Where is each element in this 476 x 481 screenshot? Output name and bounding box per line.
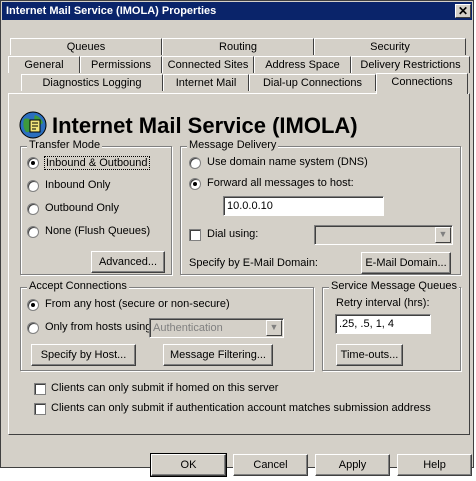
tab-connections[interactable]: Connections [376, 73, 468, 94]
radio-any-host-label[interactable]: From any host (secure or non-secure) [45, 298, 230, 310]
auth-checkbox[interactable] [34, 403, 46, 415]
globe-mail-icon [18, 110, 48, 140]
retry-interval-label: Retry interval (hrs): [336, 297, 430, 309]
tab-general[interactable]: General [8, 56, 80, 73]
accept-connections-group: Accept Connections From any host (secure… [20, 280, 314, 371]
tab-address-space[interactable]: Address Space [254, 56, 351, 73]
radio-outbound-only[interactable] [27, 203, 39, 215]
tab-internet-mail[interactable]: Internet Mail [163, 74, 249, 91]
apply-button[interactable]: Apply [315, 454, 390, 476]
only-hosts-select[interactable]: Authentication ▼ [149, 318, 284, 338]
radio-use-dns[interactable] [189, 157, 201, 169]
email-domain-button[interactable]: E-Mail Domain... [361, 252, 451, 274]
radio-inbound-only[interactable] [27, 180, 39, 192]
chevron-down-icon[interactable]: ▼ [435, 227, 451, 243]
retry-interval-input[interactable]: .25, .5, 1, 4 [335, 314, 431, 334]
radio-use-dns-label[interactable]: Use domain name system (DNS) [207, 156, 368, 168]
homed-checkbox-label[interactable]: Clients can only submit if homed on this… [51, 382, 278, 394]
specify-by-host-button[interactable]: Specify by Host... [31, 344, 136, 366]
connections-panel: Internet Mail Service (IMOLA) Transfer M… [8, 93, 470, 435]
radio-only-hosts-label[interactable]: Only from hosts using: [45, 321, 154, 333]
advanced-button[interactable]: Advanced... [91, 251, 165, 273]
tab-dial-up-connections[interactable]: Dial-up Connections [249, 74, 376, 91]
properties-dialog: Internet Mail Service (IMOLA) Properties… [0, 0, 474, 477]
help-button[interactable]: Help [397, 454, 472, 476]
message-delivery-label: Message Delivery [187, 139, 279, 151]
radio-any-host[interactable] [27, 299, 39, 311]
auth-checkbox-label[interactable]: Clients can only submit if authenticatio… [51, 402, 431, 414]
tab-connected-sites[interactable]: Connected Sites [162, 56, 254, 73]
service-queues-group: Service Message Queues Retry interval (h… [322, 280, 461, 371]
radio-inbound-outbound-label[interactable]: Inbound & Outbound [44, 156, 150, 170]
radio-forward-host[interactable] [189, 178, 201, 190]
transfer-mode-group: Transfer Mode Inbound & Outbound Inbound… [20, 139, 172, 275]
homed-checkbox[interactable] [34, 383, 46, 395]
message-filtering-button[interactable]: Message Filtering... [163, 344, 273, 366]
specify-email-domain-label: Specify by E-Mail Domain: [189, 257, 318, 269]
radio-inbound-outbound[interactable] [27, 157, 39, 169]
transfer-mode-label: Transfer Mode [27, 139, 103, 151]
accept-connections-label: Accept Connections [27, 280, 129, 292]
radio-none[interactable] [27, 226, 39, 238]
tab-diagnostics-logging[interactable]: Diagnostics Logging [21, 74, 163, 91]
service-queues-label: Service Message Queues [329, 280, 459, 292]
radio-inbound-only-label[interactable]: Inbound Only [45, 179, 110, 191]
radio-outbound-only-label[interactable]: Outbound Only [45, 202, 119, 214]
time-outs-button[interactable]: Time-outs... [336, 344, 403, 366]
tab-routing[interactable]: Routing [162, 38, 314, 55]
radio-forward-host-label[interactable]: Forward all messages to host: [207, 177, 354, 189]
dial-using-select[interactable]: ▼ [314, 225, 453, 245]
tab-security[interactable]: Security [314, 38, 466, 55]
tab-delivery-restrictions[interactable]: Delivery Restrictions [351, 56, 470, 73]
close-icon: ✕ [457, 4, 469, 18]
dial-using-checkbox[interactable] [189, 229, 201, 241]
ok-button[interactable]: OK [150, 453, 227, 477]
tab-permissions[interactable]: Permissions [80, 56, 162, 73]
cancel-button[interactable]: Cancel [233, 454, 308, 476]
chevron-down-icon[interactable]: ▼ [266, 320, 282, 336]
tab-queues[interactable]: Queues [10, 38, 162, 55]
only-hosts-value: Authentication [153, 322, 223, 334]
window-title: Internet Mail Service (IMOLA) Properties [6, 5, 217, 17]
forward-host-input[interactable]: 10.0.0.10 [223, 196, 384, 216]
message-delivery-group: Message Delivery Use domain name system … [180, 139, 461, 275]
title-bar[interactable]: Internet Mail Service (IMOLA) Properties… [2, 2, 472, 20]
close-button[interactable]: ✕ [455, 4, 471, 18]
dial-using-label[interactable]: Dial using: [207, 228, 258, 240]
radio-none-label[interactable]: None (Flush Queues) [45, 225, 150, 237]
page-heading: Internet Mail Service (IMOLA) [52, 113, 358, 138]
radio-only-hosts[interactable] [27, 322, 39, 334]
